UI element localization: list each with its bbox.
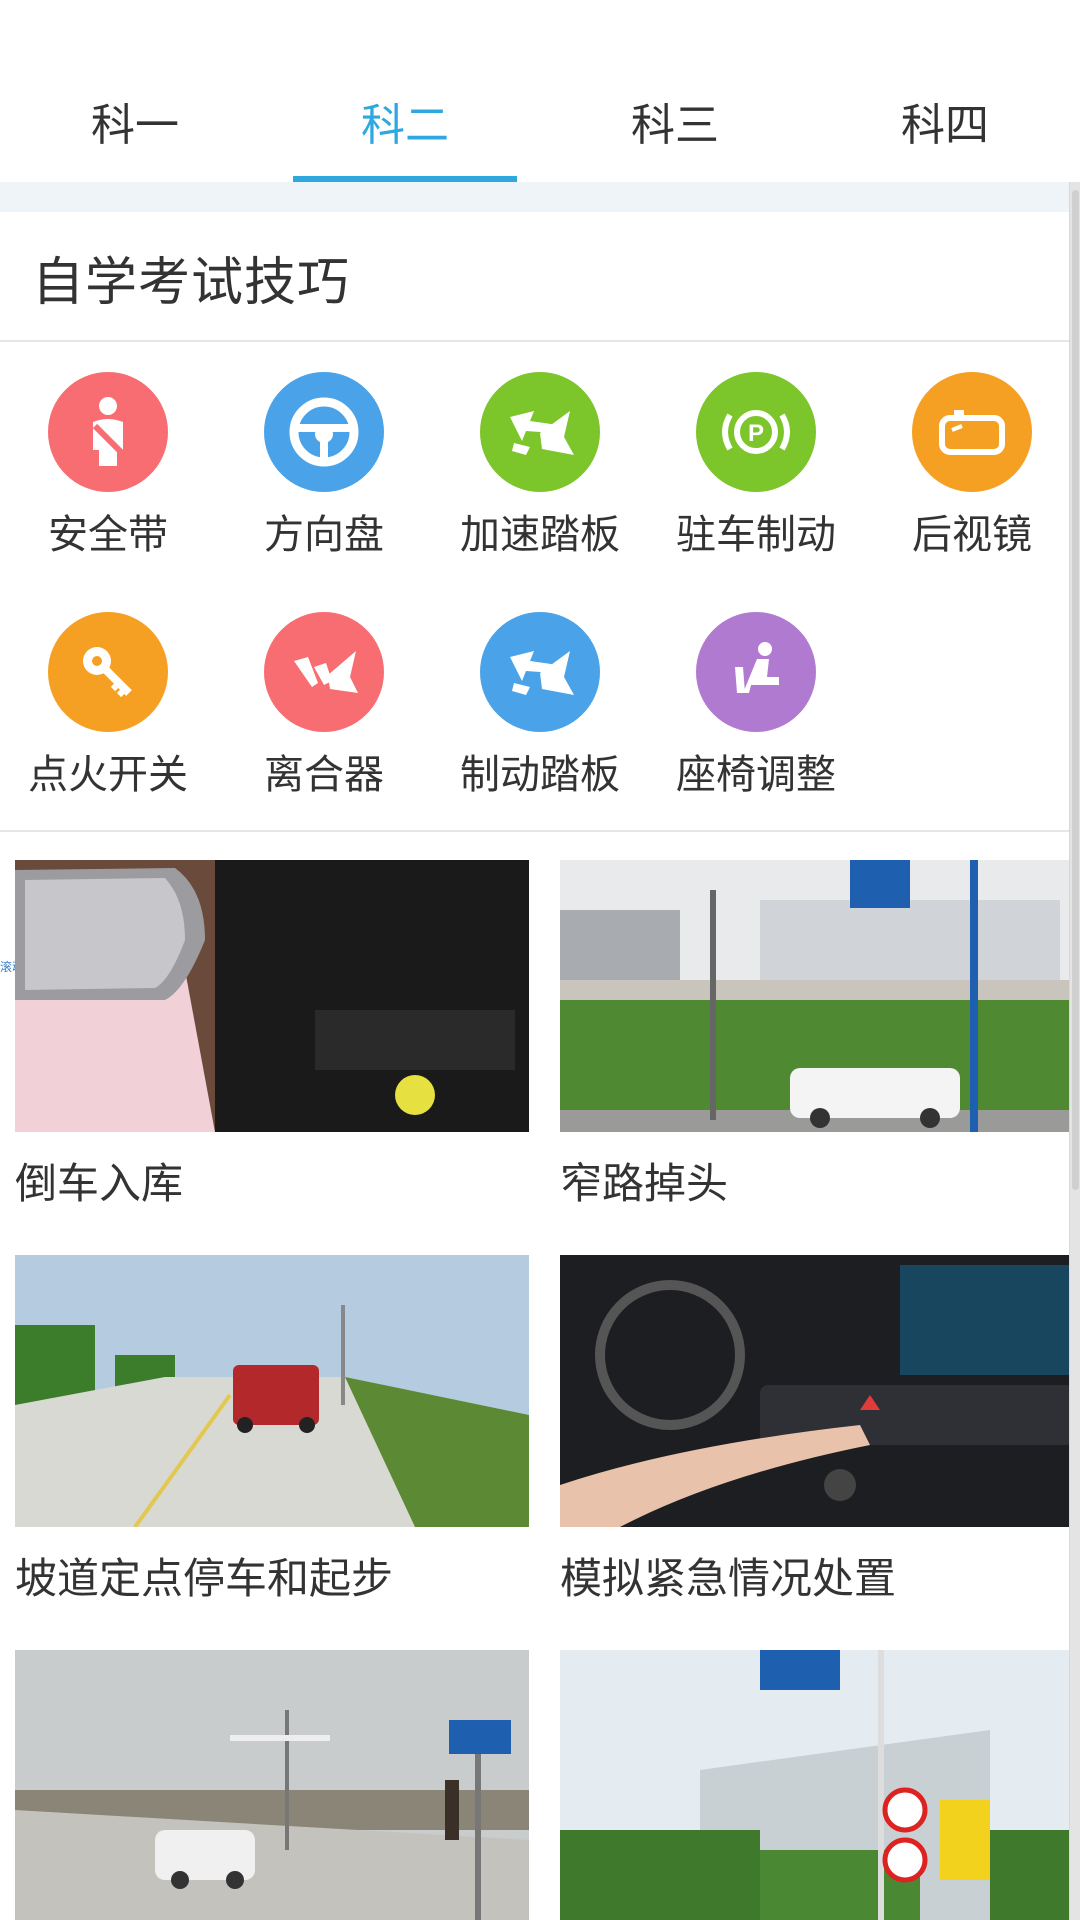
tab-subject-two[interactable]: 科二 — [270, 90, 540, 172]
tab-subject-one[interactable]: 科一 — [0, 90, 270, 172]
dashboard-hazard-button-photo — [560, 1255, 1074, 1527]
slope-parking-photo — [15, 1255, 529, 1527]
section-title: 自学考试技巧 — [32, 253, 351, 313]
card-title: 倒车入库 — [15, 1159, 184, 1208]
card-title: 坡道定点停车和起步 — [15, 1554, 394, 1603]
icon-label: 安全带 — [48, 512, 168, 558]
tip-brake-pedal[interactable]: 制动踏板 — [432, 612, 648, 812]
brake-pedal-icon — [480, 612, 600, 732]
card-emergency-simulation[interactable]: 模拟紧急情况处置 — [560, 1255, 1074, 1606]
tip-ignition-switch[interactable]: 点火开关 — [0, 612, 216, 812]
seatbelt-icon — [48, 372, 168, 492]
card-title: 窄路掉头 — [560, 1159, 729, 1208]
accelerator-pedal-icon — [480, 372, 600, 492]
icon-label: 点火开关 — [28, 752, 188, 798]
tip-seat-adjust[interactable]: 座椅调整 — [648, 612, 864, 812]
card-narrow-road-uturn[interactable]: 窄路掉头 — [560, 860, 1074, 1211]
clutch-pedal-icon — [264, 612, 384, 732]
tip-rearview-mirror[interactable]: 后视镜 — [864, 372, 1080, 572]
tunnel-sign-photo — [560, 1650, 1074, 1920]
card-title: 模拟紧急情况处置 — [560, 1554, 897, 1603]
subject-tab-bar: 科一 科二 科三 科四 — [0, 0, 1080, 182]
tip-parking-brake[interactable]: P 驻车制动 — [648, 372, 864, 572]
tab-bar-separator — [0, 182, 1080, 212]
icon-label: 加速踏板 — [460, 512, 620, 558]
card-side-parking[interactable] — [15, 1650, 529, 1920]
card-tunnel[interactable] — [560, 1650, 1074, 1920]
parking-brake-icon: P — [696, 372, 816, 492]
icon-label: 驻车制动 — [676, 512, 836, 558]
scrollbar-thumb[interactable] — [1072, 190, 1079, 1190]
card-slope-parking-start[interactable]: 坡道定点停车和起步 — [15, 1255, 529, 1606]
section-divider — [0, 340, 1074, 342]
side-mirror-photo — [15, 860, 529, 1132]
icon-label: 制动踏板 — [460, 752, 620, 798]
icon-label: 后视镜 — [912, 512, 1032, 558]
grid-divider — [0, 830, 1074, 832]
ignition-key-icon — [48, 612, 168, 732]
card-reverse-parking[interactable]: 倒车入库 — [15, 860, 529, 1211]
tip-seatbelt[interactable]: 安全带 — [0, 372, 216, 572]
steering-wheel-icon — [264, 372, 384, 492]
side-parking-photo — [15, 1650, 529, 1920]
icon-label: 方向盘 — [264, 512, 384, 558]
tip-accelerator-pedal[interactable]: 加速踏板 — [432, 372, 648, 572]
tab-subject-three[interactable]: 科三 — [540, 90, 810, 172]
icon-label: 离合器 — [264, 752, 384, 798]
svg-text:P: P — [748, 420, 764, 447]
tip-steering-wheel[interactable]: 方向盘 — [216, 372, 432, 572]
rearview-mirror-icon — [912, 372, 1032, 492]
tab-subject-four[interactable]: 科四 — [810, 90, 1080, 172]
seat-adjust-icon — [696, 612, 816, 732]
icon-label: 座椅调整 — [676, 752, 836, 798]
tip-clutch[interactable]: 离合器 — [216, 612, 432, 812]
page: 科一 科二 科三 科四 自学考试技巧 安全带 方向盘 加速踏板 P 驻车制动 后… — [0, 0, 1080, 1920]
narrow-road-photo — [560, 860, 1074, 1132]
